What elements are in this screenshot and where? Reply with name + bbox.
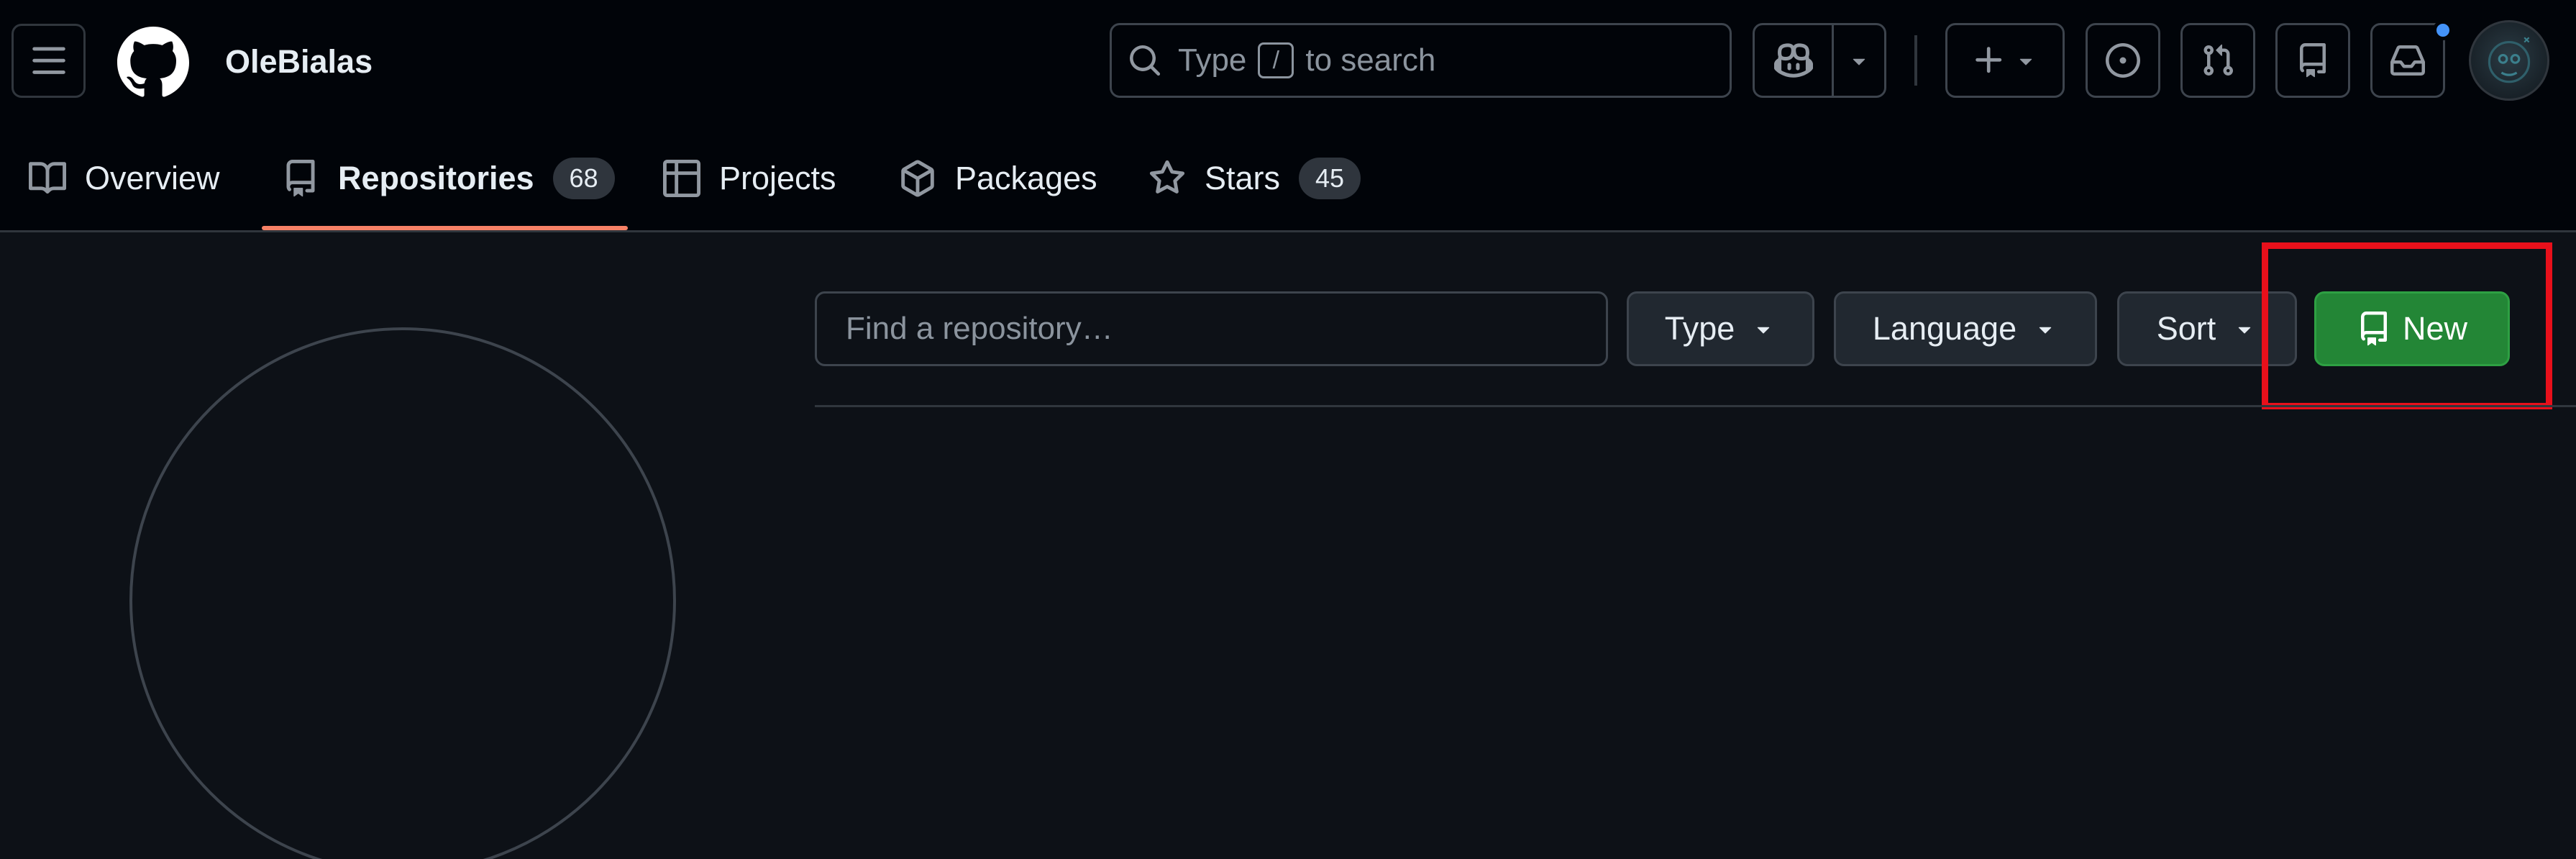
tab-packages-label: Packages: [955, 160, 1097, 196]
global-search-input[interactable]: Type / to search: [1110, 23, 1732, 98]
language-filter-label: Language: [1872, 310, 2017, 347]
menu-icon: [32, 47, 65, 74]
repo-icon: [2300, 43, 2326, 78]
tab-overview[interactable]: Overview: [29, 142, 220, 214]
global-header: OleBialas Type / to search Overview Repo…: [0, 0, 2576, 232]
type-filter-label: Type: [1664, 310, 1735, 347]
triangle-down-icon: [2232, 316, 2257, 342]
tab-projects[interactable]: Projects: [663, 142, 836, 214]
copilot-dropdown-button[interactable]: [1834, 25, 1884, 96]
issues-icon: [2106, 43, 2140, 78]
sort-label: Sort: [2156, 310, 2216, 347]
annotation-highlight-box: [2262, 242, 2552, 409]
package-icon: [899, 160, 936, 197]
search-prefix-text: Type: [1178, 42, 1247, 78]
book-icon: [29, 160, 66, 197]
pull-requests-button[interactable]: [2180, 23, 2255, 98]
language-filter-button[interactable]: Language: [1834, 291, 2097, 366]
repositories-count-badge: 68: [552, 158, 615, 199]
tab-repositories-label: Repositories: [338, 160, 534, 196]
notification-indicator: [2433, 20, 2453, 40]
active-tab-indicator: [262, 226, 628, 230]
triangle-down-icon: [2019, 58, 2032, 65]
repo-icon: [282, 160, 319, 197]
tab-packages[interactable]: Packages: [899, 142, 1097, 214]
tab-projects-label: Projects: [719, 160, 836, 196]
copilot-button-group: [1753, 23, 1886, 98]
user-avatar[interactable]: [2469, 20, 2549, 101]
issues-button[interactable]: [2086, 23, 2160, 98]
search-shortcut-key: /: [1258, 42, 1294, 78]
tab-repositories[interactable]: Repositories 68: [282, 142, 615, 214]
tab-overview-label: Overview: [85, 160, 220, 196]
avatar-image-icon: [2488, 37, 2531, 83]
triangle-down-icon: [1853, 58, 1865, 65]
repository-list-divider: [815, 405, 2576, 407]
menu-button[interactable]: [12, 24, 86, 98]
search-icon: [1128, 43, 1162, 78]
triangle-down-icon: [2032, 316, 2058, 342]
star-icon: [1148, 160, 1186, 197]
search-suffix-text: to search: [1305, 42, 1436, 78]
pull-requests-icon: [2203, 44, 2234, 76]
triangle-down-icon: [1750, 316, 1776, 342]
github-logo-icon[interactable]: [117, 27, 189, 99]
tab-stars-label: Stars: [1205, 160, 1281, 196]
plus-icon: [1976, 47, 2002, 73]
tab-stars[interactable]: Stars 45: [1148, 142, 1361, 214]
create-new-button[interactable]: [1945, 23, 2065, 98]
copilot-button[interactable]: [1755, 25, 1834, 96]
type-filter-button[interactable]: Type: [1627, 291, 1814, 366]
inbox-icon: [2390, 45, 2425, 76]
find-repository-input[interactable]: [815, 291, 1608, 366]
copilot-icon: [1773, 43, 1813, 78]
table-icon: [663, 160, 700, 197]
stars-count-badge: 45: [1299, 158, 1361, 199]
header-divider: [1914, 35, 1917, 86]
repositories-button[interactable]: [2275, 23, 2350, 98]
profile-avatar-large[interactable]: [129, 327, 676, 859]
profile-username[interactable]: OleBialas: [225, 39, 373, 85]
